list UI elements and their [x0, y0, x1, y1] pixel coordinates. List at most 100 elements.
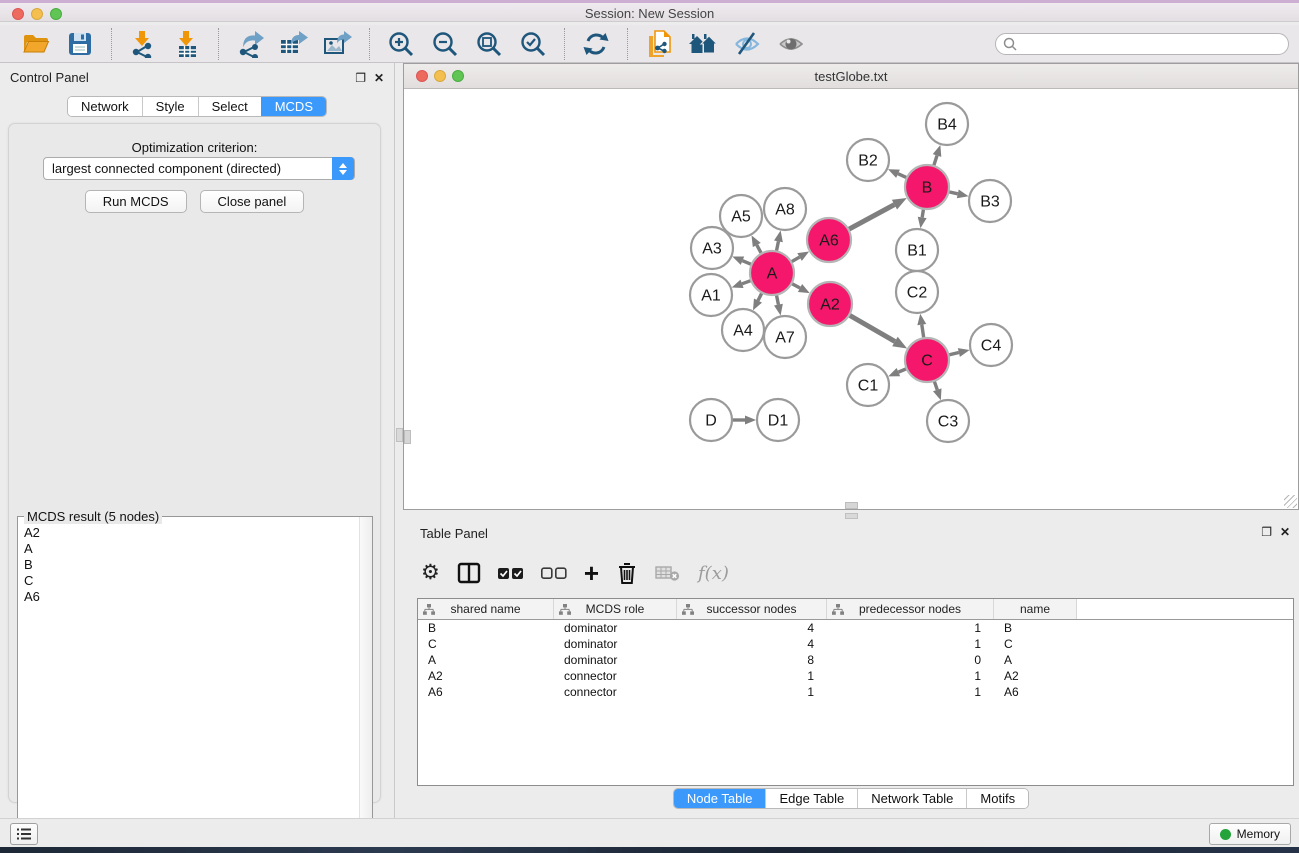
float-panel-icon[interactable]: ❐ — [355, 72, 366, 84]
toolbar-separator — [369, 28, 370, 60]
table-cell[interactable]: A2 — [994, 669, 1077, 683]
zoom-out-icon[interactable] — [428, 28, 462, 60]
table-row[interactable]: A6connector11A6 — [418, 684, 1293, 700]
table-cell[interactable]: connector — [554, 669, 677, 683]
table-cell[interactable]: C — [418, 637, 554, 651]
hide-panels-icon[interactable] — [730, 28, 764, 60]
export-image-icon[interactable] — [321, 28, 355, 60]
select-stepper-icon[interactable] — [332, 157, 354, 180]
refresh-icon[interactable] — [579, 28, 613, 60]
edge-arrowhead — [732, 280, 744, 288]
table-tab-node-table[interactable]: Node Table — [674, 789, 766, 808]
table-body: Bdominator41BCdominator41CAdominator80AA… — [418, 620, 1293, 700]
table-tab-motifs[interactable]: Motifs — [966, 789, 1028, 808]
open-file-icon[interactable] — [19, 28, 53, 60]
select-all-icon[interactable] — [498, 558, 524, 588]
table-cell[interactable]: 4 — [677, 621, 827, 635]
tab-select[interactable]: Select — [198, 97, 261, 116]
table-row[interactable]: Cdominator41C — [418, 636, 1293, 652]
memory-button[interactable]: Memory — [1209, 823, 1291, 845]
mcds-result-item[interactable]: A — [24, 541, 353, 557]
table-cell[interactable]: dominator — [554, 653, 677, 667]
export-table-icon[interactable] — [277, 28, 311, 60]
export-network-icon[interactable] — [233, 28, 267, 60]
mcds-result-scrollbar[interactable] — [359, 517, 372, 853]
table-cell[interactable]: 1 — [677, 669, 827, 683]
table-cell[interactable]: 1 — [677, 685, 827, 699]
network-vertical-scrollbar[interactable] — [404, 430, 411, 444]
table-cell[interactable]: 1 — [827, 621, 994, 635]
tab-network[interactable]: Network — [68, 97, 142, 116]
zoom-fit-icon[interactable] — [472, 28, 506, 60]
optimization-select[interactable]: largest connected component (directed) — [43, 157, 355, 180]
import-network-icon[interactable] — [126, 28, 160, 60]
table-cell[interactable]: connector — [554, 685, 677, 699]
search-input[interactable] — [1018, 35, 1288, 53]
edge-A6-B[interactable] — [846, 205, 895, 231]
table-cell[interactable]: 4 — [677, 637, 827, 651]
mcds-result-item[interactable]: C — [24, 573, 353, 589]
table-settings-icon[interactable]: ⚙ — [421, 558, 440, 588]
table-row[interactable]: Adominator80A — [418, 652, 1293, 668]
column-header-successor-nodes[interactable]: successor nodes — [677, 599, 827, 619]
table-cell[interactable]: 8 — [677, 653, 827, 667]
table-close-icon[interactable]: ✕ — [1280, 526, 1290, 538]
table-tab-edge-table[interactable]: Edge Table — [765, 789, 857, 808]
table-row[interactable]: Bdominator41B — [418, 620, 1293, 636]
show-panels-icon[interactable] — [774, 28, 808, 60]
mcds-result-item[interactable]: A6 — [24, 589, 353, 605]
network-canvas[interactable]: AA1A2A3A4A5A6A7A8BB1B2B3B4CC1C2C3C4DD1 — [404, 89, 1298, 509]
table-cell[interactable]: 1 — [827, 669, 994, 683]
table-cell[interactable]: C — [994, 637, 1077, 651]
deselect-all-icon[interactable] — [541, 558, 567, 588]
column-header-predecessor-nodes[interactable]: predecessor nodes — [827, 599, 994, 619]
table-cell[interactable]: A6 — [994, 685, 1077, 699]
table-cell[interactable]: 1 — [827, 637, 994, 651]
table-cell[interactable]: 0 — [827, 653, 994, 667]
network-window-titlebar[interactable]: testGlobe.txt — [404, 64, 1298, 89]
column-header-MCDS-role[interactable]: MCDS role — [554, 599, 677, 619]
tab-style[interactable]: Style — [142, 97, 198, 116]
column-header-shared-name[interactable]: shared name — [418, 599, 554, 619]
node-table[interactable]: shared nameMCDS rolesuccessor nodesprede… — [417, 598, 1294, 786]
network-graph[interactable]: AA1A2A3A4A5A6A7A8BB1B2B3B4CC1C2C3C4DD1 — [404, 89, 1298, 509]
table-cell[interactable]: dominator — [554, 637, 677, 651]
control-panel-title: Control Panel — [10, 70, 89, 85]
table-cell[interactable]: A6 — [418, 685, 554, 699]
clone-network-icon[interactable] — [642, 28, 676, 60]
table-cell[interactable]: A — [994, 653, 1077, 667]
network-horizontal-scrollbar[interactable] — [845, 502, 858, 509]
column-header-name[interactable]: name — [994, 599, 1077, 619]
horizontal-splitter-handle[interactable] — [845, 513, 858, 519]
table-cell[interactable]: B — [418, 621, 554, 635]
delete-column-icon[interactable] — [616, 558, 638, 588]
table-cell[interactable]: dominator — [554, 621, 677, 635]
task-history-button[interactable] — [10, 823, 38, 845]
mcds-result-item[interactable]: B — [24, 557, 353, 573]
table-cell[interactable]: A2 — [418, 669, 554, 683]
vertical-splitter-handle[interactable] — [396, 428, 403, 442]
import-table-icon[interactable] — [170, 28, 204, 60]
column-selector-icon[interactable] — [457, 558, 481, 588]
mcds-result-item[interactable]: A2 — [24, 525, 353, 541]
mcds-result-list[interactable]: A2ABCA6 — [19, 521, 358, 853]
zoom-selected-icon[interactable] — [516, 28, 550, 60]
save-session-icon[interactable] — [63, 28, 97, 60]
tab-mcds[interactable]: MCDS — [261, 97, 326, 116]
table-cell[interactable]: B — [994, 621, 1077, 635]
home-icon[interactable] — [686, 28, 720, 60]
table-cell[interactable]: 1 — [827, 685, 994, 699]
table-tab-network-table[interactable]: Network Table — [857, 789, 966, 808]
table-row[interactable]: A2connector11A2 — [418, 668, 1293, 684]
table-cell[interactable]: A — [418, 653, 554, 667]
close-panel-icon[interactable]: ✕ — [374, 72, 384, 84]
table-float-icon[interactable]: ❐ — [1261, 526, 1272, 538]
zoom-in-icon[interactable] — [384, 28, 418, 60]
network-resize-grip[interactable] — [1284, 495, 1297, 508]
toolbar-separator — [111, 28, 112, 60]
close-panel-button[interactable]: Close panel — [200, 190, 305, 213]
run-mcds-button[interactable]: Run MCDS — [85, 190, 187, 213]
graph-node-label: B4 — [937, 117, 957, 134]
add-column-icon[interactable]: + — [584, 558, 599, 588]
edge-A2-C[interactable] — [846, 313, 895, 341]
